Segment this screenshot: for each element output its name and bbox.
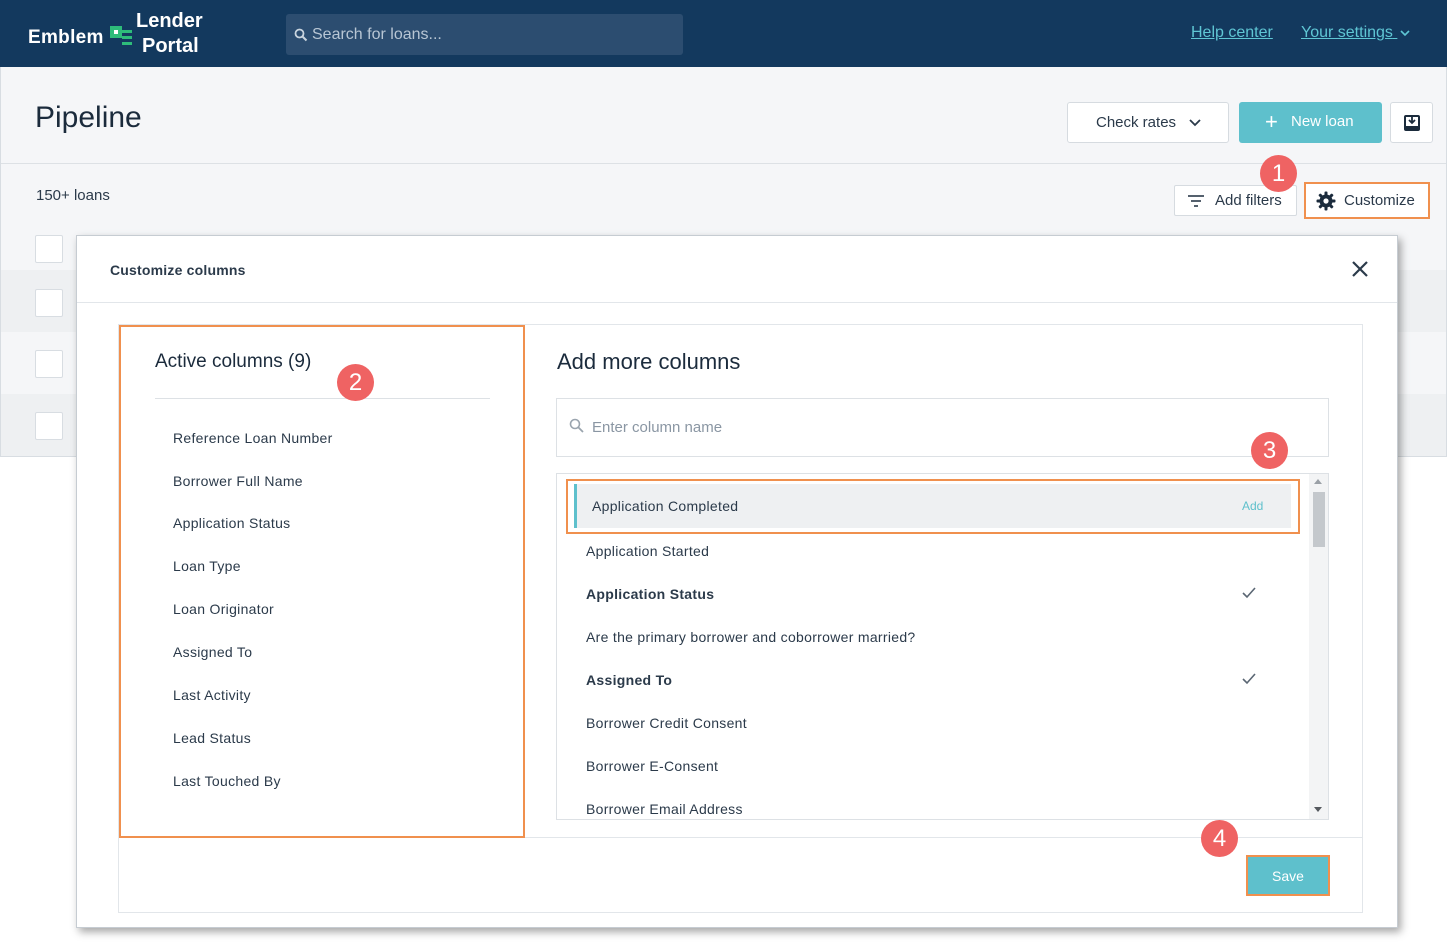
column-option-label: Are the primary borrower and coborrower …: [586, 629, 916, 645]
active-column-item[interactable]: Application Status: [173, 515, 290, 531]
row-checkbox[interactable]: [35, 289, 63, 317]
available-columns-list: Application Completed Add Application St…: [556, 473, 1329, 820]
loan-search-input[interactable]: Search for loans...: [286, 14, 683, 55]
search-icon: [294, 28, 308, 42]
save-label: Save: [1272, 868, 1304, 884]
column-option[interactable]: Borrower E-Consent: [557, 745, 1309, 788]
customize-columns-modal: Customize columns Active columns (9) Ref…: [76, 235, 1398, 928]
column-option-label: Application Status: [586, 586, 715, 602]
step-marker-1: 1: [1260, 155, 1297, 192]
check-rates-button[interactable]: Check rates: [1067, 102, 1229, 143]
active-column-item[interactable]: Reference Loan Number: [173, 430, 333, 446]
scroll-down-arrow-icon[interactable]: [1314, 807, 1322, 812]
brand-name: Emblem: [28, 27, 104, 48]
column-search-input[interactable]: Enter column name: [556, 398, 1329, 457]
highlighted-column-annotation: Application Completed Add: [566, 479, 1300, 534]
step-marker-2: 2: [337, 364, 374, 401]
select-all-checkbox[interactable]: [35, 235, 63, 263]
active-column-item[interactable]: Loan Originator: [173, 601, 274, 617]
column-option-label: Application Completed: [592, 498, 739, 514]
modal-title: Customize columns: [110, 262, 246, 278]
brand-product-line2: Portal: [142, 35, 199, 57]
active-columns-title: Active columns (9): [155, 351, 312, 372]
active-column-item[interactable]: Last Touched By: [173, 773, 281, 789]
row-checkbox[interactable]: [35, 412, 63, 440]
column-option-label: Borrower E-Consent: [586, 758, 719, 774]
checkmark-icon: [1242, 673, 1256, 685]
modal-header: Customize columns: [77, 236, 1397, 303]
new-loan-label: New loan: [1291, 113, 1354, 130]
row-checkbox[interactable]: [35, 350, 63, 378]
divider: [155, 398, 490, 399]
page-title: Pipeline: [35, 101, 142, 134]
save-button[interactable]: Save: [1246, 855, 1330, 896]
scroll-up-arrow-icon[interactable]: [1314, 479, 1322, 484]
add-filters-label: Add filters: [1215, 192, 1282, 209]
active-column-item[interactable]: Borrower Full Name: [173, 473, 303, 489]
list-scrollbar[interactable]: [1309, 474, 1328, 819]
active-column-item[interactable]: Lead Status: [173, 730, 251, 746]
new-loan-button[interactable]: + New loan: [1239, 102, 1382, 143]
chevron-down-icon: [1400, 30, 1410, 37]
step-marker-4: 4: [1201, 820, 1238, 857]
checkmark-icon: [1242, 587, 1256, 599]
column-option[interactable]: Borrower Credit Consent: [557, 702, 1309, 745]
column-option[interactable]: Assigned To: [557, 659, 1309, 702]
column-option[interactable]: Application Status: [557, 573, 1309, 616]
search-icon: [569, 418, 584, 433]
modal-body: Active columns (9) Reference Loan Number…: [118, 324, 1363, 913]
column-option-label: Assigned To: [586, 672, 673, 688]
chevron-down-icon: [1189, 119, 1201, 127]
add-column-link[interactable]: Add: [1242, 499, 1263, 513]
column-option[interactable]: Borrower Email Address: [557, 788, 1309, 819]
gear-icon: [1316, 191, 1336, 211]
filter-icon: [1188, 195, 1204, 207]
column-option-label: Application Started: [586, 543, 710, 559]
loan-count: 150+ loans: [36, 187, 110, 204]
top-navigation-bar: Emblem Lender Portal Search for loans...…: [0, 0, 1447, 67]
active-column-item[interactable]: Assigned To: [173, 644, 252, 660]
customize-button[interactable]: Customize: [1304, 182, 1430, 219]
brand-product-line1: Lender: [136, 10, 203, 32]
your-settings-label: Your settings: [1301, 24, 1393, 41]
close-icon[interactable]: [1349, 258, 1371, 280]
active-columns-panel: Active columns (9) Reference Loan Number…: [119, 325, 525, 838]
customize-label: Customize: [1344, 192, 1415, 209]
page-header: Pipeline Check rates + New loan: [1, 67, 1446, 164]
check-rates-label: Check rates: [1096, 114, 1177, 131]
help-center-link[interactable]: Help center: [1191, 24, 1273, 42]
your-settings-link[interactable]: Your settings: [1301, 24, 1410, 42]
column-option-highlighted[interactable]: Application Completed Add: [574, 484, 1291, 528]
add-columns-title: Add more columns: [557, 349, 741, 374]
column-option[interactable]: Are the primary borrower and coborrower …: [557, 616, 1309, 659]
column-option[interactable]: Application Started: [557, 530, 1309, 573]
column-option-label: Borrower Credit Consent: [586, 715, 747, 731]
plus-icon: +: [1265, 109, 1278, 134]
active-column-item[interactable]: Loan Type: [173, 558, 241, 574]
download-icon: [1404, 115, 1420, 131]
column-option-label: Borrower Email Address: [586, 801, 743, 817]
search-placeholder: Search for loans...: [312, 26, 442, 43]
download-button[interactable]: [1390, 102, 1433, 143]
step-marker-3: 3: [1251, 432, 1288, 469]
selection-bar: [574, 484, 577, 528]
column-search-placeholder: Enter column name: [592, 419, 723, 436]
active-column-item[interactable]: Last Activity: [173, 687, 251, 703]
scrollbar-thumb[interactable]: [1313, 492, 1325, 547]
